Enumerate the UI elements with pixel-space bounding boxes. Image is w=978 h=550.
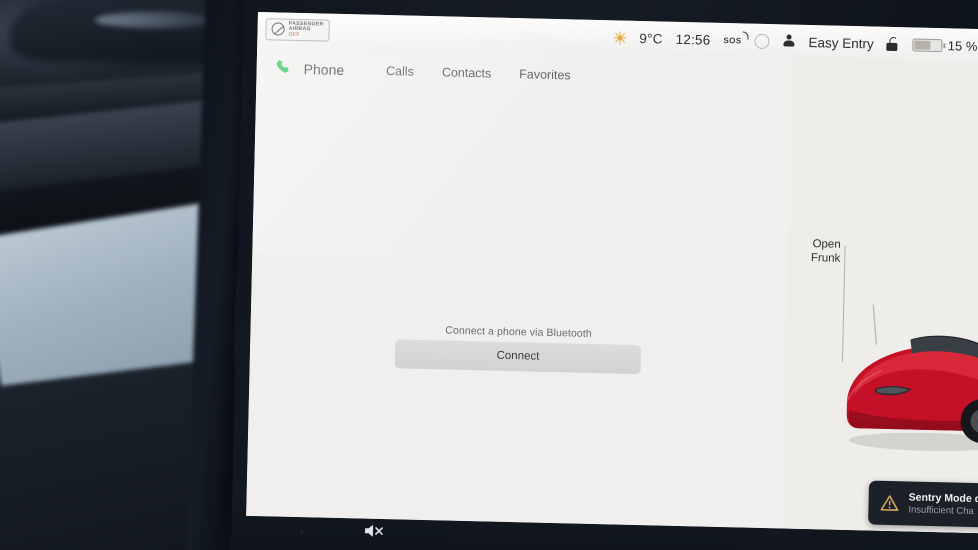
vehicle-render[interactable]: [822, 303, 978, 468]
warning-triangle-icon: [880, 495, 899, 511]
exterior-car-highlight: [95, 12, 215, 28]
sentry-toast-subtitle: Insufficient Cha: [908, 504, 974, 517]
battery-icon: [912, 37, 943, 52]
phone-app: Phone Calls Contacts Favorites Connect a…: [246, 46, 793, 528]
mute-button[interactable]: [362, 522, 392, 541]
app-container: Phone Calls Contacts Favorites Connect a…: [246, 45, 978, 534]
mute-speaker-icon: [364, 524, 383, 537]
tab-calls[interactable]: Calls: [386, 64, 414, 79]
tab-favorites[interactable]: Favorites: [519, 67, 571, 82]
battery-percent: 15 %: [947, 37, 978, 54]
unlocked-padlock-icon[interactable]: [886, 36, 900, 52]
sentry-mode-toast[interactable]: Sentry Mode cur Insufficient Cha: [868, 480, 978, 529]
battery-indicator[interactable]: 15 %: [912, 37, 978, 54]
screenshot-root: PASSENGER AIRBAG OFF 9°C 12:56 SOS Easy …: [0, 0, 978, 550]
frunk-label-line2: Frunk: [810, 252, 841, 266]
sos-signal-icon: [742, 30, 749, 40]
sos-label: SOS: [723, 35, 742, 45]
car-status-panel: Open Frunk Sentry Mode cur Insufficient …: [781, 58, 978, 534]
bluetooth-empty-state: Connect a phone via Bluetooth Connect: [368, 323, 669, 375]
person-icon: [782, 34, 795, 48]
battery-fill: [914, 39, 931, 50]
temperature-readout[interactable]: 9°C: [639, 30, 663, 46]
open-frunk-button[interactable]: Open Frunk: [796, 237, 841, 267]
driver-profile-button[interactable]: Easy Entry: [808, 34, 874, 51]
tesla-touchscreen: PASSENGER AIRBAG OFF 9°C 12:56 SOS Easy …: [246, 12, 978, 534]
bezel-left-chevron: ‹: [300, 527, 304, 539]
connect-button[interactable]: Connect: [394, 339, 642, 375]
tab-contacts[interactable]: Contacts: [442, 65, 492, 80]
phone-icon: [274, 58, 293, 77]
wifi-circle-icon[interactable]: [754, 33, 770, 49]
airbag-state: OFF: [288, 31, 300, 38]
passenger-airbag-off-icon: [271, 22, 285, 37]
status-bar-spacer: [329, 31, 613, 38]
sun-icon: [613, 31, 627, 45]
passenger-airbag-indicator: PASSENGER AIRBAG OFF: [265, 17, 330, 42]
status-bar-right-group: 9°C 12:56 SOS Easy Entry 15 %: [613, 30, 978, 54]
frunk-label-line1: Open: [812, 238, 841, 251]
phone-tabs: Calls Contacts Favorites: [386, 64, 571, 82]
clock[interactable]: 12:56: [675, 31, 710, 47]
page-title: Phone: [303, 60, 345, 78]
sos-button[interactable]: SOS: [723, 30, 749, 45]
sentry-toast-title: Sentry Mode cur: [908, 491, 978, 506]
